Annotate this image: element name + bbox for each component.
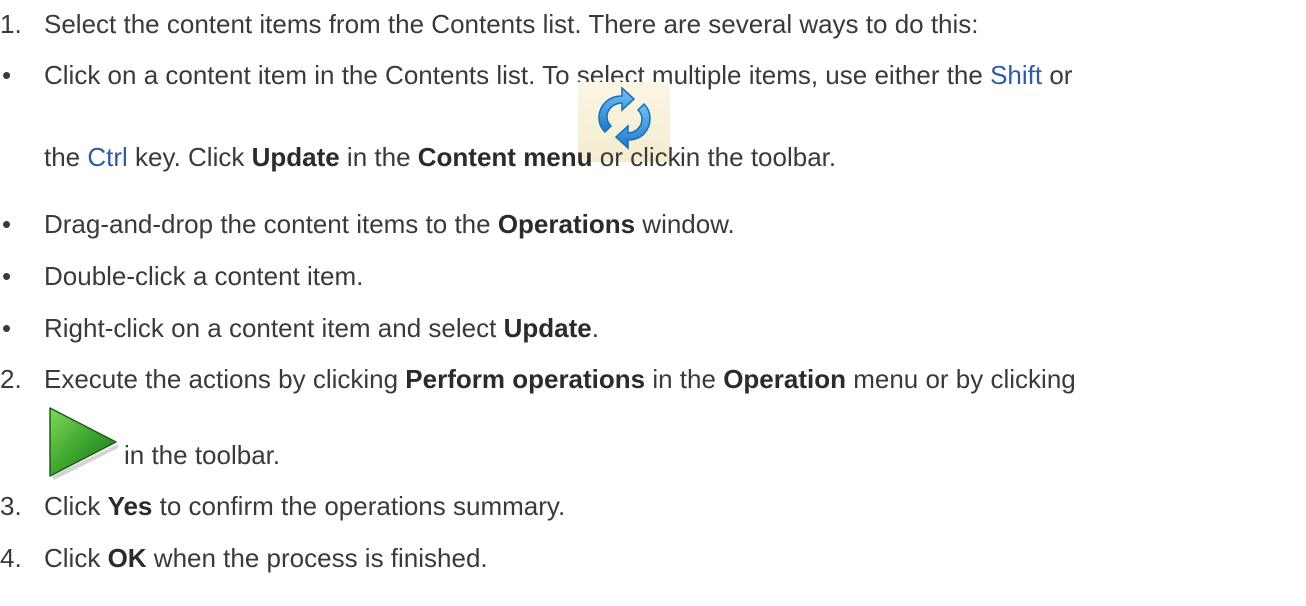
bullet-text: key. Click — [127, 142, 252, 172]
bullet-right-click: • Right-click on a content item and selec… — [0, 313, 599, 343]
operation-menu-label: Operation — [723, 364, 846, 394]
update-label: Update — [503, 313, 592, 343]
step-number: 4. — [0, 543, 22, 573]
bullet: • — [2, 313, 12, 343]
step-text: menu or by clicking — [845, 364, 1076, 394]
bullet-text: or click — [592, 142, 681, 172]
content-menu-label: Content menu — [417, 142, 593, 172]
bullet-drag-drop: • Drag-and-drop the content items to the … — [0, 209, 735, 239]
step-1: 1. Select the content items from the Cont… — [0, 9, 979, 39]
yes-label: Yes — [107, 491, 153, 521]
bullet-click-item: • Click on a content item in the Contents… — [0, 60, 1072, 90]
step-number: 1. — [0, 9, 22, 39]
step-text: Click — [44, 543, 108, 573]
step-text: when the process is finished. — [146, 543, 488, 573]
step-2-cont: in the toolbar. — [44, 440, 280, 470]
bullet-text: Right-click on a content item and select — [44, 313, 504, 343]
bullet-text: the — [44, 142, 88, 172]
bullet: • — [2, 209, 12, 239]
step-text: to confirm the operations summary. — [152, 491, 566, 521]
bullet-click-item-cont: the Ctrl key. Click Update in the Conten… — [0, 142, 681, 172]
bullet-text: in the — [339, 142, 418, 172]
step-text: in the — [645, 364, 724, 394]
step-text: Click — [44, 491, 108, 521]
step-text: Select the content items from the Conten… — [44, 9, 979, 39]
bullet-text: window. — [635, 209, 735, 239]
bullet-text: . — [591, 313, 599, 343]
bullet-text: in the toolbar. — [680, 142, 837, 172]
bullet-text: Drag-and-drop the content items to the — [44, 209, 498, 239]
shift-key-link[interactable]: Shift — [990, 60, 1042, 90]
step-3: 3. Click Yes to confirm the operations su… — [0, 491, 565, 521]
step-text: in the toolbar. — [124, 440, 281, 470]
bullet-text: Double-click a content item. — [44, 261, 364, 291]
step-2: 2. Execute the actions by clicking Perfor… — [0, 364, 1076, 394]
operations-label: Operations — [497, 209, 636, 239]
step-number: 2. — [0, 364, 22, 394]
ok-label: OK — [107, 543, 147, 573]
bullet: • — [2, 261, 12, 291]
bullet-text: Click on a content item in the Contents … — [44, 60, 991, 90]
step-text: Execute the actions by clicking — [44, 364, 406, 394]
perform-operations-label: Perform operations — [405, 364, 646, 394]
ctrl-key-link[interactable]: Ctrl — [87, 142, 127, 172]
bullet-click-item-tail: in the toolbar. — [680, 142, 836, 172]
update-label: Update — [251, 142, 340, 172]
bullet-double-click: • Double-click a content item. — [0, 261, 363, 291]
bullet: • — [2, 60, 12, 90]
step-4: 4. Click OK when the process is finished. — [0, 543, 488, 573]
bullet-text: or — [1042, 60, 1073, 90]
step-number: 3. — [0, 491, 22, 521]
